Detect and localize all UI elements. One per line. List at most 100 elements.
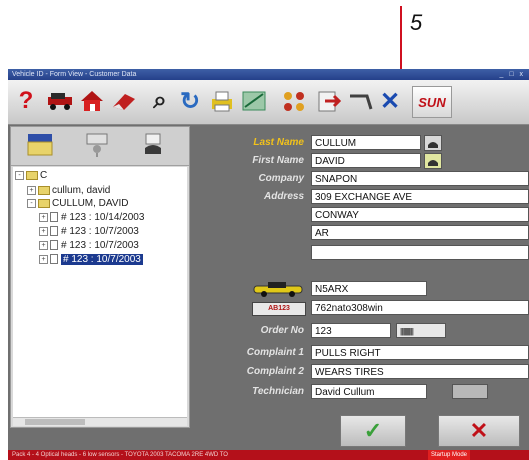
vehicle-button[interactable] [46,86,74,116]
license-plate-icon: AB123 [252,302,306,316]
close-record-button[interactable]: ✕ [376,86,404,116]
address-line4-field[interactable] [311,245,529,260]
tree-item[interactable]: + cullum, david [27,184,110,197]
help-icon: ? [18,87,34,114]
license-plate-field[interactable]: 762nato308win [311,300,529,315]
tool-icon [350,94,373,110]
export-button[interactable] [314,86,342,116]
lookup-button[interactable] [424,135,442,151]
search-button[interactable]: ⌕ [146,86,174,116]
scroll-thumb[interactable] [25,419,85,425]
grid-icon [284,92,304,111]
vehicle-icon [253,282,303,297]
title-bar: Vehicle ID - Form View - Customer Data _… [8,69,529,80]
first-name-field[interactable]: DAVID [311,153,421,168]
phone-icon [145,133,161,154]
folder-icon [27,134,53,156]
technician-lookup-button[interactable] [452,384,488,399]
expand-icon: + [39,226,48,236]
grid-button[interactable] [280,86,308,116]
tree-record-label: # 123 : 10/7/2003 [61,240,139,251]
collapse-icon: - [15,170,24,180]
horizontal-scrollbar[interactable] [13,417,187,426]
status-text: Pack 4 - 4 Optical heads - 6 low sensors… [12,452,228,458]
complaint2-field[interactable]: WEARS TIRES [311,364,529,379]
company-label: Company [258,173,304,184]
address-line1-field[interactable]: 309 EXCHANGE AVE [311,189,529,204]
expand-icon: + [39,254,48,264]
print-button[interactable] [208,86,236,116]
complaint1-label: Complaint 1 [246,347,304,358]
tab-contacts[interactable] [129,129,177,161]
toolbar: ? ⌕ ↻ ✕ SUN [8,80,529,125]
left-panel: -C + cullum, david - CULLUM, DAVID + # 123 … [10,126,190,428]
tree-item-label: CULLUM, DAVID [52,198,129,209]
ok-button[interactable]: ✓ [340,415,406,447]
barcode-button[interactable]: |||||||||||| [396,323,446,338]
expand-icon: + [39,240,48,250]
company-field[interactable]: SNAPON [311,171,529,186]
tree-item-label: cullum, david [52,185,111,196]
customer-tree: -C + cullum, david - CULLUM, DAVID + # 123 … [13,167,187,417]
expand-icon: + [27,185,36,195]
tree-record[interactable]: + # 123 : 10/7/2003 [39,239,139,252]
help-button[interactable]: ? [12,86,40,116]
measure-icon [242,91,266,111]
binoculars-icon: ⌕ [153,87,167,114]
cancel-icon: ✕ [469,418,489,443]
refresh-icon: ↻ [179,87,201,115]
tab-folders[interactable] [17,129,65,161]
measure-button[interactable] [240,86,268,116]
address-line3-field[interactable]: AR [311,225,529,240]
document-icon [50,254,58,265]
logo-text: SUN [418,94,446,110]
order-no-label: Order No [260,325,304,336]
address-label: Address [263,191,304,202]
complaint1-field[interactable]: PULLS RIGHT [311,345,529,360]
cancel-button[interactable]: ✕ [438,415,520,447]
document-icon [50,212,58,223]
pin-icon [86,133,108,157]
tree-record[interactable]: + # 123 : 10/14/2003 [39,211,144,224]
folder-icon [38,198,50,208]
first-name-label: First Name [252,155,304,166]
panel-tabs [11,127,189,166]
order-no-field[interactable]: 123 [311,323,391,338]
document-icon [50,240,58,251]
printer-icon [212,91,232,112]
brand-logo: SUN [412,86,452,118]
technician-field[interactable]: David Cullum [311,384,427,399]
folder-icon [38,185,50,195]
status-mode: Startup Mode [428,450,471,460]
tree-item[interactable]: - CULLUM, DAVID [27,197,129,210]
eraser-button[interactable] [110,86,138,116]
lookup-button[interactable] [424,153,442,169]
window-title: Vehicle ID - Form View - Customer Data [12,71,137,78]
tool-button[interactable] [346,86,374,116]
expand-icon: + [39,212,48,222]
eraser-icon [113,94,135,110]
close-icon: ✕ [379,87,401,115]
app-window: Vehicle ID - Form View - Customer Data _… [8,69,529,460]
tree-root[interactable]: -C [15,169,47,182]
vehicle-field[interactable]: N5ARX [311,281,427,296]
technician-label: Technician [252,386,304,397]
last-name-label: Last Name [253,137,304,148]
phone-icon [428,142,438,148]
phone-icon [428,160,438,166]
refresh-button[interactable]: ↻ [176,86,204,116]
callout-number: 5 [410,10,423,35]
document-icon [50,226,58,237]
collapse-icon: - [27,198,36,208]
window-controls[interactable]: _ □ x [499,69,525,80]
home-icon [81,91,103,111]
tree-record-label: # 123 : 10/7/2003 [61,254,143,265]
home-button[interactable] [78,86,106,116]
export-icon [318,91,341,112]
last-name-field[interactable]: CULLUM [311,135,421,150]
address-line2-field[interactable]: CONWAY [311,207,529,222]
vehicle-icon [48,93,72,110]
tree-record-selected[interactable]: + # 123 : 10/7/2003 [39,253,143,266]
tree-record[interactable]: + # 123 : 10/7/2003 [39,225,139,238]
tab-location[interactable] [73,129,121,161]
